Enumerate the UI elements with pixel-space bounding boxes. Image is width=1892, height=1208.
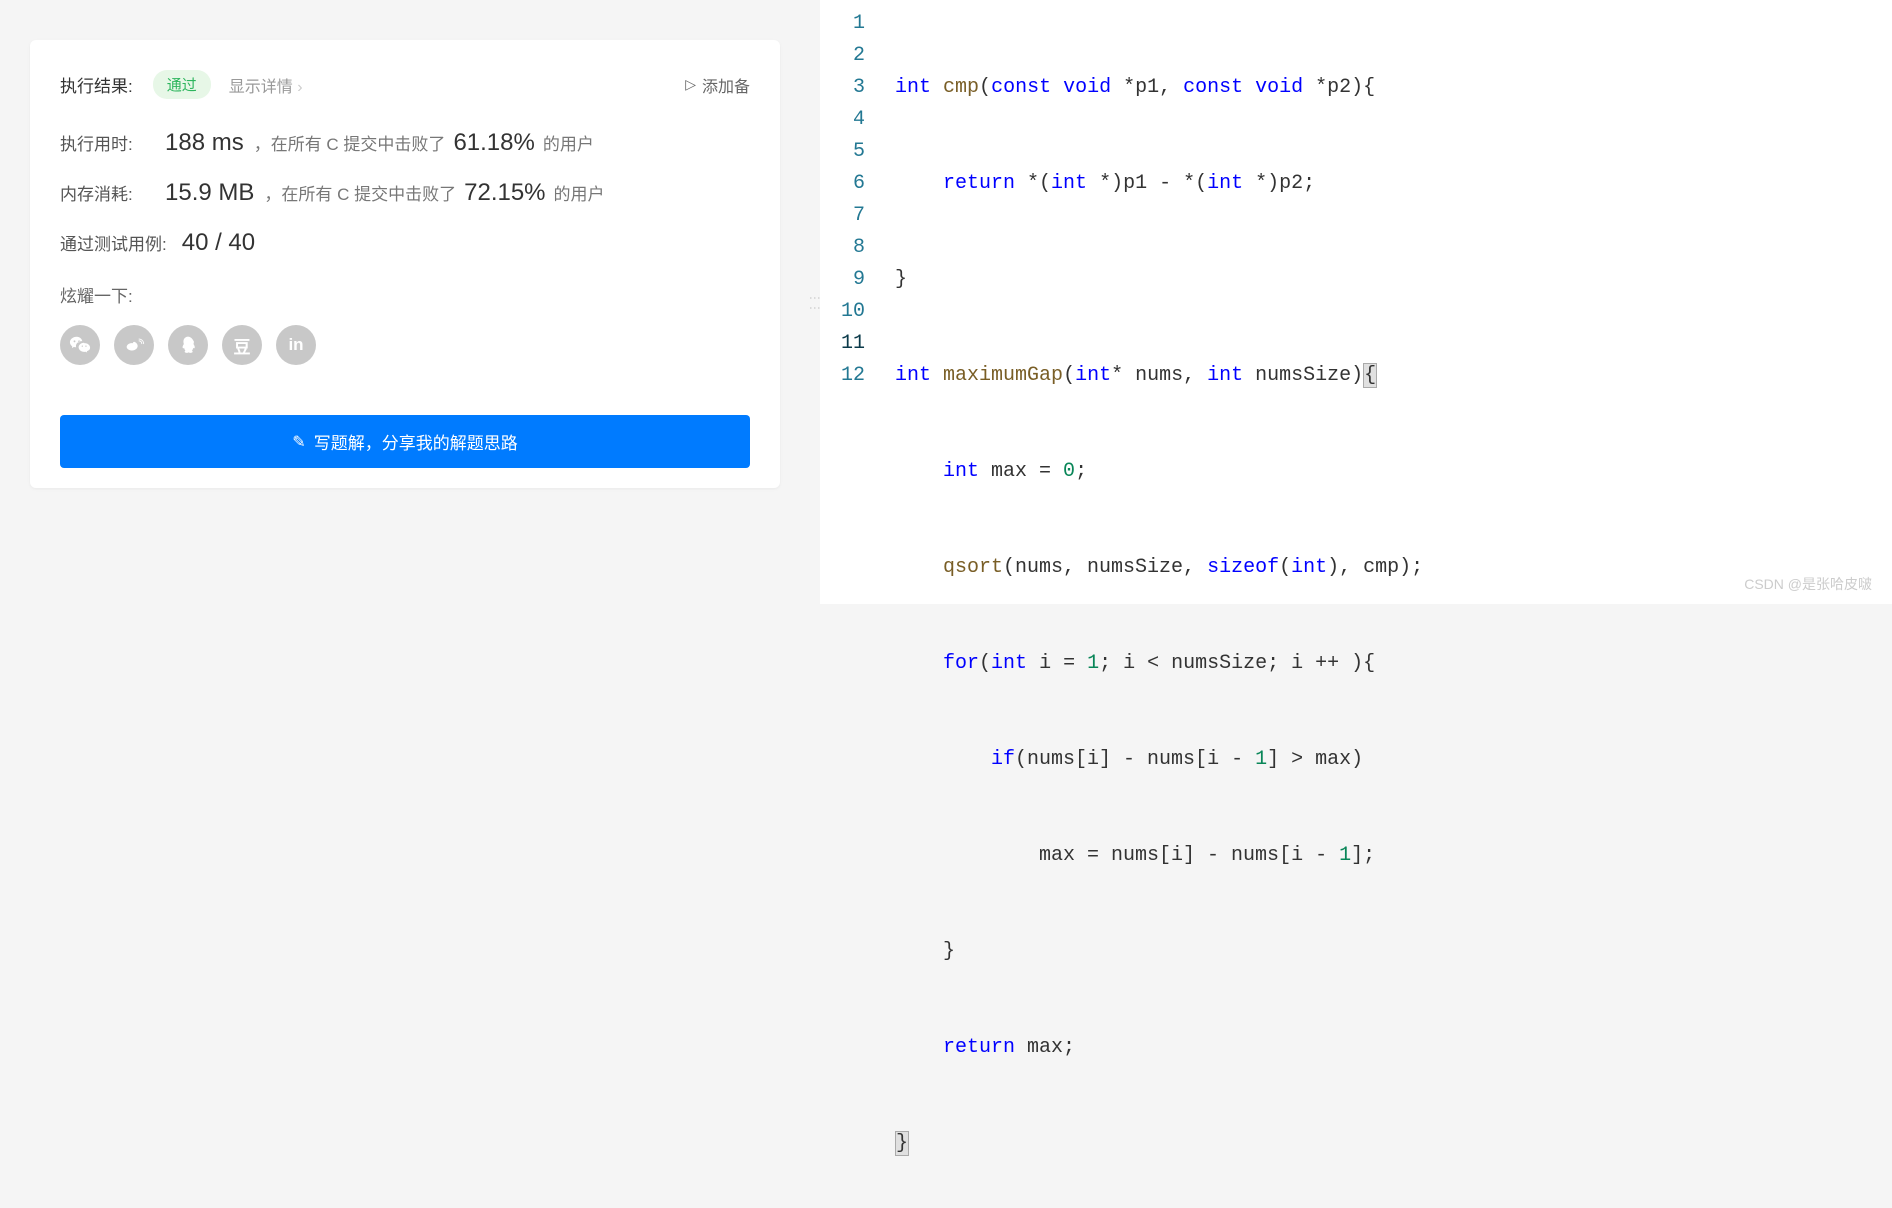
code-area[interactable]: int cmp(const void *p1, const void *p2){… [890,8,1892,604]
qq-icon[interactable] [168,325,208,365]
memory-desc-prefix: ，在所有 C 提交中击败了 [264,180,456,205]
code-line: max = nums[i] - nums[i - 1]; [890,840,1892,872]
memory-percent: 72.15% [464,179,545,207]
line-number: 2 [820,40,865,72]
weibo-icon[interactable] [114,325,154,365]
code-line: int maximumGap(int* nums, int numsSize){ [890,360,1892,392]
drag-handle-icon: ⋮⋮ [808,292,822,312]
result-label: 执行结果: [60,72,133,97]
results-panel: 执行结果: 通过 显示详情 ▷ 添加备 执行用时: 188 ms ，在所有 C … [0,0,810,604]
douban-icon[interactable]: 豆 [222,325,262,365]
runtime-desc-suffix: 的用户 [543,130,594,155]
line-number-gutter: 1 2 3 4 5 6 7 8 9 10 11 12 [820,8,890,604]
code-line: if(nums[i] - nums[i - 1] > max) [890,744,1892,776]
line-number: 12 [820,360,865,392]
pencil-icon: ✎ [292,432,305,452]
code-editor-panel: 1 2 3 4 5 6 7 8 9 10 11 12 int cmp(const… [820,0,1892,604]
show-details-link[interactable]: 显示详情 [229,73,303,97]
code-line: for(int i = 1; i < numsSize; i ++ ){ [890,648,1892,680]
runtime-label: 执行用时: [60,130,150,155]
panel-divider[interactable]: ⋮⋮ [810,0,820,604]
line-number: 9 [820,264,865,296]
code-line: } [890,936,1892,968]
result-card: 执行结果: 通过 显示详情 ▷ 添加备 执行用时: 188 ms ，在所有 C … [30,40,780,488]
memory-value: 15.9 MB [165,179,254,207]
memory-label: 内存消耗: [60,180,150,205]
runtime-desc-prefix: ，在所有 C 提交中击败了 [254,130,446,155]
line-number: 1 [820,8,865,40]
wechat-icon[interactable] [60,325,100,365]
line-number: 11 [820,328,865,360]
code-line: return *(int *)p1 - *(int *)p2; [890,168,1892,200]
runtime-row: 执行用时: 188 ms ，在所有 C 提交中击败了 61.18% 的用户 [60,129,750,157]
line-number: 7 [820,200,865,232]
testcases-label: 通过测试用例: [60,230,167,255]
code-line: int max = 0; [890,456,1892,488]
memory-row: 内存消耗: 15.9 MB ，在所有 C 提交中击败了 72.15% 的用户 [60,179,750,207]
testcases-row: 通过测试用例: 40 / 40 [60,229,750,257]
status-badge: 通过 [153,70,211,99]
testcases-value: 40 / 40 [182,229,255,257]
code-line: return max; [890,1032,1892,1064]
write-solution-button[interactable]: ✎ 写题解，分享我的解题思路 [60,415,750,468]
code-line: } [890,1128,1892,1160]
watermark: CSDN @是张哈皮啵 [1744,574,1872,594]
code-line: qsort(nums, numsSize, sizeof(int), cmp); [890,552,1892,584]
line-number: 10 [820,296,865,328]
result-header: 执行结果: 通过 显示详情 ▷ 添加备 [60,70,750,99]
add-note-link[interactable]: ▷ 添加备 [685,73,750,97]
runtime-percent: 61.18% [453,129,534,157]
code-line: int cmp(const void *p1, const void *p2){ [890,72,1892,104]
flag-icon: ▷ [685,76,696,93]
line-number: 8 [820,232,865,264]
code-line: } [890,264,1892,296]
write-solution-label: 写题解，分享我的解题思路 [314,429,518,454]
runtime-value: 188 ms [165,129,244,157]
show-off-label: 炫耀一下: [60,282,750,307]
line-number: 6 [820,168,865,200]
line-number: 5 [820,136,865,168]
linkedin-icon[interactable]: in [276,325,316,365]
line-number: 4 [820,104,865,136]
memory-desc-suffix: 的用户 [554,180,605,205]
share-icons: 豆 in [60,325,750,365]
add-note-label: 添加备 [702,73,750,97]
line-number: 3 [820,72,865,104]
